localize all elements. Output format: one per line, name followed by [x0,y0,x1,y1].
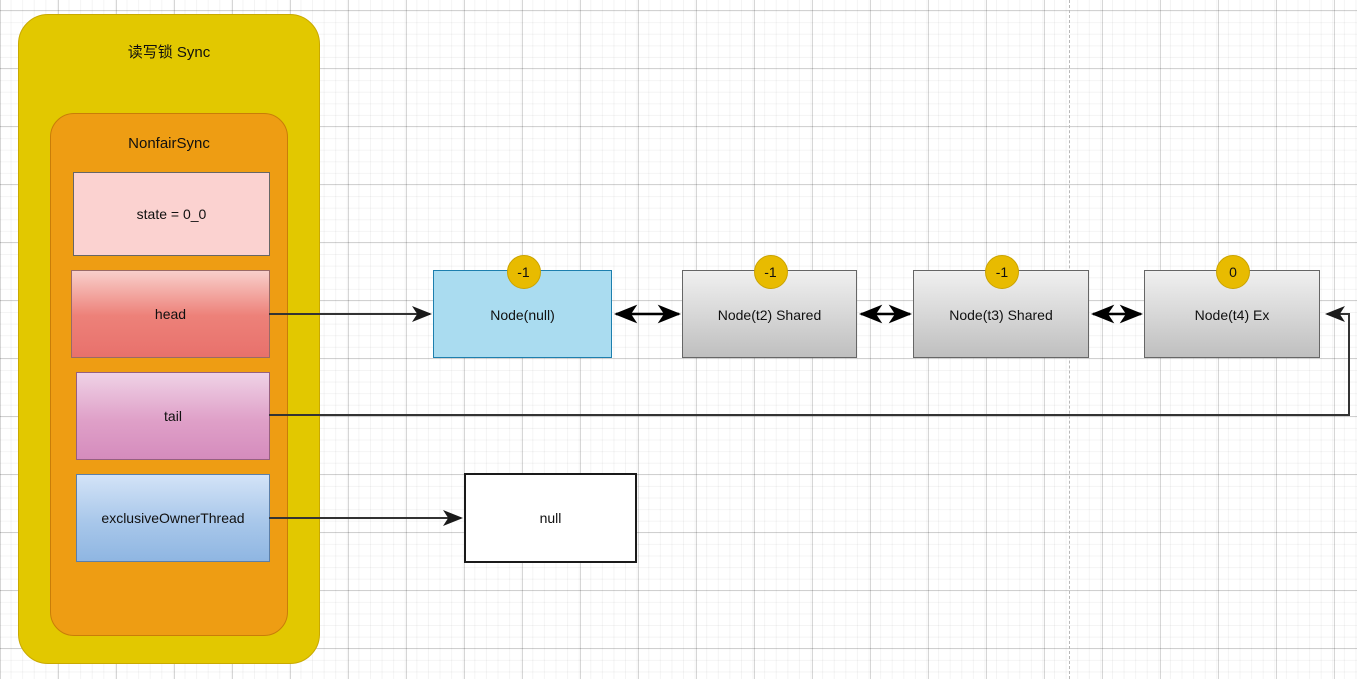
owner-null-label: null [539,510,562,526]
state-field: state = 0_0 [73,172,270,256]
head-field-label: head [154,306,187,322]
owner-field-label: exclusiveOwnerThread [101,510,245,526]
head-field: head [71,270,270,358]
node-head: -1 Node(null) [433,255,612,358]
node-t3-shared: -1 Node(t3) Shared [913,255,1089,358]
owner-null-box: null [464,473,637,563]
owner-field: exclusiveOwnerThread [76,474,270,562]
node-head-label: Node(null) [490,307,555,323]
sync-container-title: 读写锁 Sync [127,44,211,61]
node-t2-waitstatus-badge: -1 [753,255,788,289]
state-field-label: state = 0_0 [136,206,207,222]
tail-field-label: tail [164,408,182,424]
nonfairsync-container-title: NonfairSync [128,135,210,152]
node-t4-waitstatus-badge: 0 [1216,255,1250,289]
node-head-waitstatus-badge: -1 [506,255,541,289]
tail-field: tail [76,372,270,460]
node-t4-ex: 0 Node(t4) Ex [1144,255,1320,358]
node-t2-shared: -1 Node(t2) Shared [682,255,857,358]
node-t2-label: Node(t2) Shared [717,307,822,323]
node-t4-label: Node(t4) Ex [1194,307,1270,323]
diagram-canvas: 读写锁 Sync NonfairSync state = 0_0 head ta… [0,0,1357,679]
node-t3-waitstatus-badge: -1 [985,255,1019,289]
node-t3-label: Node(t3) Shared [949,307,1053,323]
